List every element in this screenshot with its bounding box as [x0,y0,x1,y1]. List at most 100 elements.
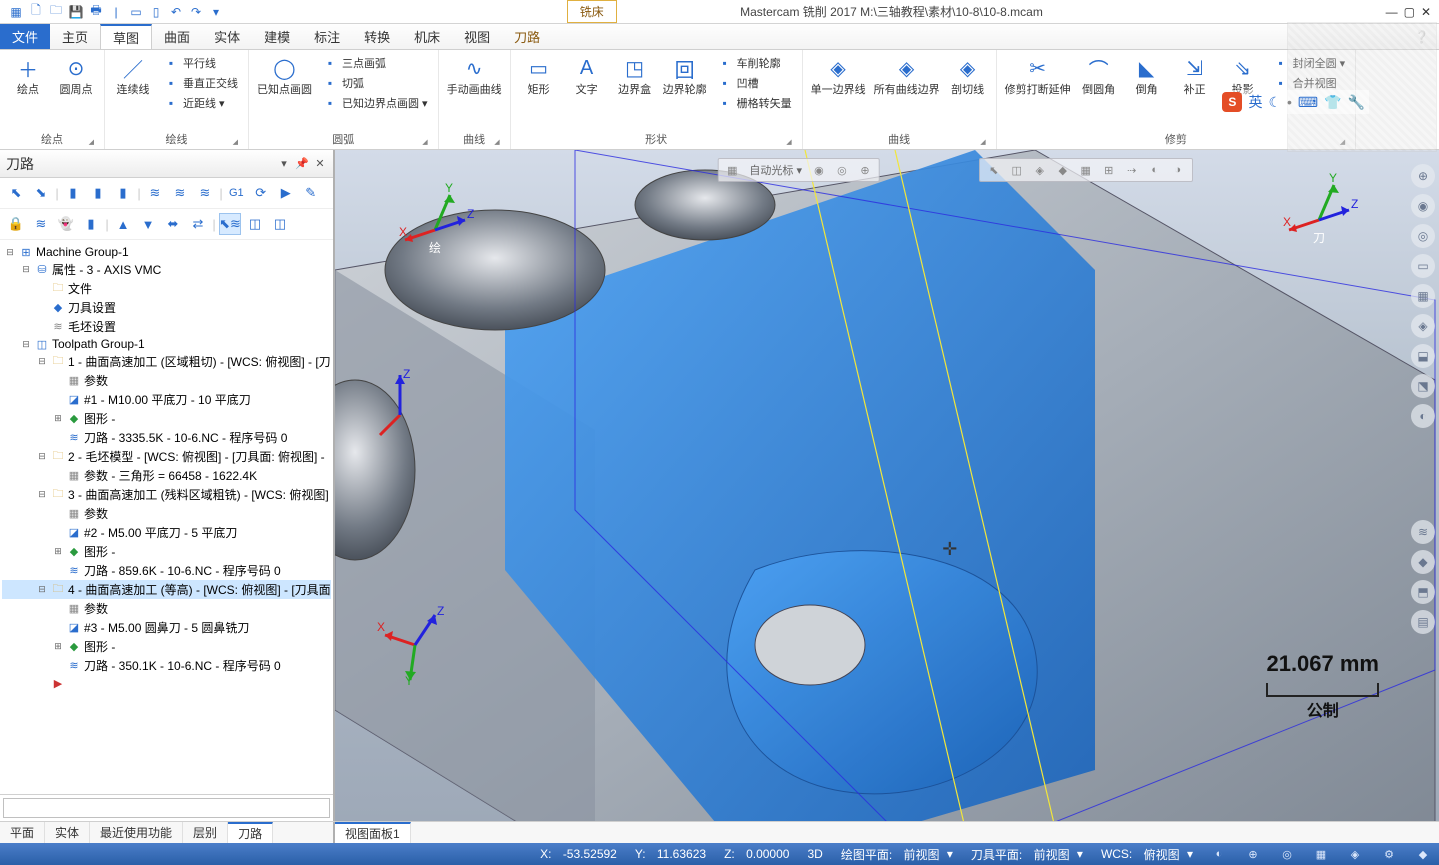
qat-save-icon[interactable]: 💾 [68,4,84,20]
rt-6-icon[interactable]: ⬓ [1411,344,1435,368]
ribbon-small-6-0[interactable]: ▪封闭全圆 ▾ [1271,54,1348,72]
ribbon-btn-4-2[interactable]: ◳边界盒 [615,54,655,96]
tree-item[interactable]: ⊞◆图形 - [2,409,331,428]
tab-drafting[interactable]: 标注 [302,24,352,49]
tab-view[interactable]: 视图 [452,24,502,49]
ribbon-btn-5-1[interactable]: ◈所有曲线边界 [874,54,940,96]
tree-item[interactable]: ·◪#3 - M5.00 圆鼻刀 - 5 圆鼻铣刀 [2,618,331,637]
vt-i5-icon[interactable]: ⊞ [1099,161,1119,179]
tab-surface[interactable]: 曲面 [152,24,202,49]
expand-icon[interactable]: ⊟ [36,451,48,462]
qat-new-icon[interactable]: 🗋 [28,4,44,20]
rt-12-icon[interactable]: ▤ [1411,610,1435,634]
panel-pin-icon[interactable]: 📌 [295,157,309,170]
status-i6-icon[interactable]: ⚙ [1381,846,1397,862]
vt-arrow-icon[interactable]: ⬉ [984,161,1004,179]
tb-lock-icon[interactable]: 🔒 [5,213,27,235]
vb-i3-icon[interactable]: ⊕ [855,161,875,179]
tree-item[interactable]: ·≋刀路 - 859.6K - 10-6.NC - 程序号码 0 [2,561,331,580]
ribbon-btn-6-3[interactable]: ⇲补正 [1175,54,1215,96]
status-cplane[interactable]: 绘图平面: 前视图 ▾ [841,846,953,863]
status-i1-icon[interactable]: ◐ [1211,846,1227,862]
ime-shirt-icon[interactable]: 👕 [1324,94,1341,111]
tree-item[interactable]: ·▦参数 [2,599,331,618]
tb-right-icon[interactable]: ⬌ [162,213,184,235]
tab-model[interactable]: 建模 [252,24,302,49]
rt-7-icon[interactable]: ⬔ [1411,374,1435,398]
ime-lang[interactable]: 英 [1248,92,1262,112]
tb-select2-icon[interactable]: ⬊ [30,182,52,204]
tree-item[interactable]: ⊟🗀1 - 曲面高速加工 (区域粗切) - [WCS: 俯视图] - [刀 [2,352,331,371]
file-tab[interactable]: 文件 [0,24,50,49]
tree-item[interactable]: ⊟🗀2 - 毛坯模型 - [WCS: 俯视图] - [刀具面: 俯视图] - [2,447,331,466]
ime-kbd-icon[interactable]: ⌨ [1298,94,1318,111]
btab-solid[interactable]: 实体 [45,822,90,843]
tab-transform[interactable]: 转换 [352,24,402,49]
tab-machine[interactable]: 机床 [402,24,452,49]
vt-i6-icon[interactable]: ⇢ [1122,161,1142,179]
tb-refresh-icon[interactable]: ⟳ [250,182,272,204]
tb-x-icon[interactable]: ▮ [80,213,102,235]
qat-open-icon[interactable]: 🗀 [48,4,64,20]
close-button[interactable]: ✕ [1421,5,1431,19]
btab-level[interactable]: 层别 [183,822,228,843]
context-tab-mill[interactable]: 铣床 [567,0,617,23]
tb-play-icon[interactable]: ▶ [275,182,297,204]
expand-icon[interactable]: ⊞ [52,413,64,424]
ribbon-btn-4-3[interactable]: 回边界轮廓 [663,54,707,96]
qat-undo-icon[interactable]: ↶ [168,4,184,20]
expand-icon[interactable]: ⊞ [52,641,64,652]
minimize-button[interactable]: — [1386,5,1398,19]
btab-plane[interactable]: 平面 [0,822,45,843]
viewport[interactable]: ▦ 自动光标 ▾ ◉ ◎ ⊕ ⬉ ◫ ◈ ◆ ▦ ⊞ ⇢ ◐ ◑ ⊕ ◉ ◎ ▭… [335,150,1439,821]
tab-sketch[interactable]: 草图 [100,24,152,49]
tree-item[interactable]: ·▦参数 - 三角形 = 66458 - 1622.4K [2,466,331,485]
ribbon-small-4-2[interactable]: ▪栅格转矢量 [715,94,794,112]
expand-icon[interactable]: ⊟ [36,584,48,595]
ribbon-small-1-0[interactable]: ▪平行线 [161,54,240,72]
expand-icon[interactable]: ⊟ [4,247,16,258]
qat-redo-icon[interactable]: ↷ [188,4,204,20]
ime-wrench-icon[interactable]: 🔧 [1348,94,1365,111]
qat-dropdown-icon[interactable]: ▾ [208,4,224,20]
maximize-button[interactable]: ▢ [1404,5,1415,19]
help-button[interactable]: ❔ [1404,24,1439,49]
ribbon-btn-5-0[interactable]: ◈单一边界线 [811,54,866,96]
vt-i7-icon[interactable]: ◐ [1145,161,1165,179]
expand-icon[interactable]: ⊟ [20,339,32,350]
status-i3-icon[interactable]: ◎ [1279,846,1295,862]
tb-tool2-icon[interactable]: ▮ [87,182,109,204]
ribbon-btn-6-0[interactable]: ✂修剪打断延伸 [1005,54,1071,96]
tb-wave1-icon[interactable]: ≋ [144,182,166,204]
status-i2-icon[interactable]: ⊕ [1245,846,1261,862]
tree-item[interactable]: ⊟🗀3 - 曲面高速加工 (残料区域粗铣) - [WCS: 俯视图] [2,485,331,504]
rt-8-icon[interactable]: ◐ [1411,404,1435,428]
tb-edit-icon[interactable]: ✎ [300,182,322,204]
vt-i2-icon[interactable]: ◈ [1030,161,1050,179]
tree-item[interactable]: ·◆刀具设置 [2,298,331,317]
tb-wave3-icon[interactable]: ≋ [194,182,216,204]
ribbon-btn-5-2[interactable]: ◈剖切线 [948,54,988,96]
tree-item[interactable]: ·◪#1 - M10.00 平底刀 - 10 平底刀 [2,390,331,409]
tree-item[interactable]: ·◪#2 - M5.00 平底刀 - 5 平底刀 [2,523,331,542]
tb-tool1-icon[interactable]: ▮ [62,182,84,204]
ribbon-btn-4-1[interactable]: A文字 [567,54,607,96]
status-tplane[interactable]: 刀具平面: 前视图 ▾ [971,846,1083,863]
rt-5-icon[interactable]: ◈ [1411,314,1435,338]
tb-filter-icon[interactable]: ◫ [244,213,266,235]
btab-viewpanel1[interactable]: 视图面板1 [335,822,411,843]
ribbon-small-1-1[interactable]: ▪垂直正交线 [161,74,240,92]
panel-close-icon[interactable]: ✕ [313,157,327,170]
status-mode[interactable]: 3D [807,847,822,861]
vt-i1-icon[interactable]: ◫ [1007,161,1027,179]
status-i7-icon[interactable]: ◆ [1415,846,1431,862]
ime-dot1-icon[interactable]: • [1287,94,1292,110]
expand-icon[interactable]: ⊟ [36,489,48,500]
tb-filter2-icon[interactable]: ◫ [269,213,291,235]
status-i5-icon[interactable]: ◈ [1347,846,1363,862]
ribbon-small-1-2[interactable]: ▪近距线 ▾ [161,94,240,112]
tree-item[interactable]: ·▶ [2,675,331,691]
vt-i3-icon[interactable]: ◆ [1053,161,1073,179]
ribbon-btn-1-0[interactable]: ／连续线 [113,54,153,96]
expand-icon[interactable]: ⊟ [20,264,32,275]
